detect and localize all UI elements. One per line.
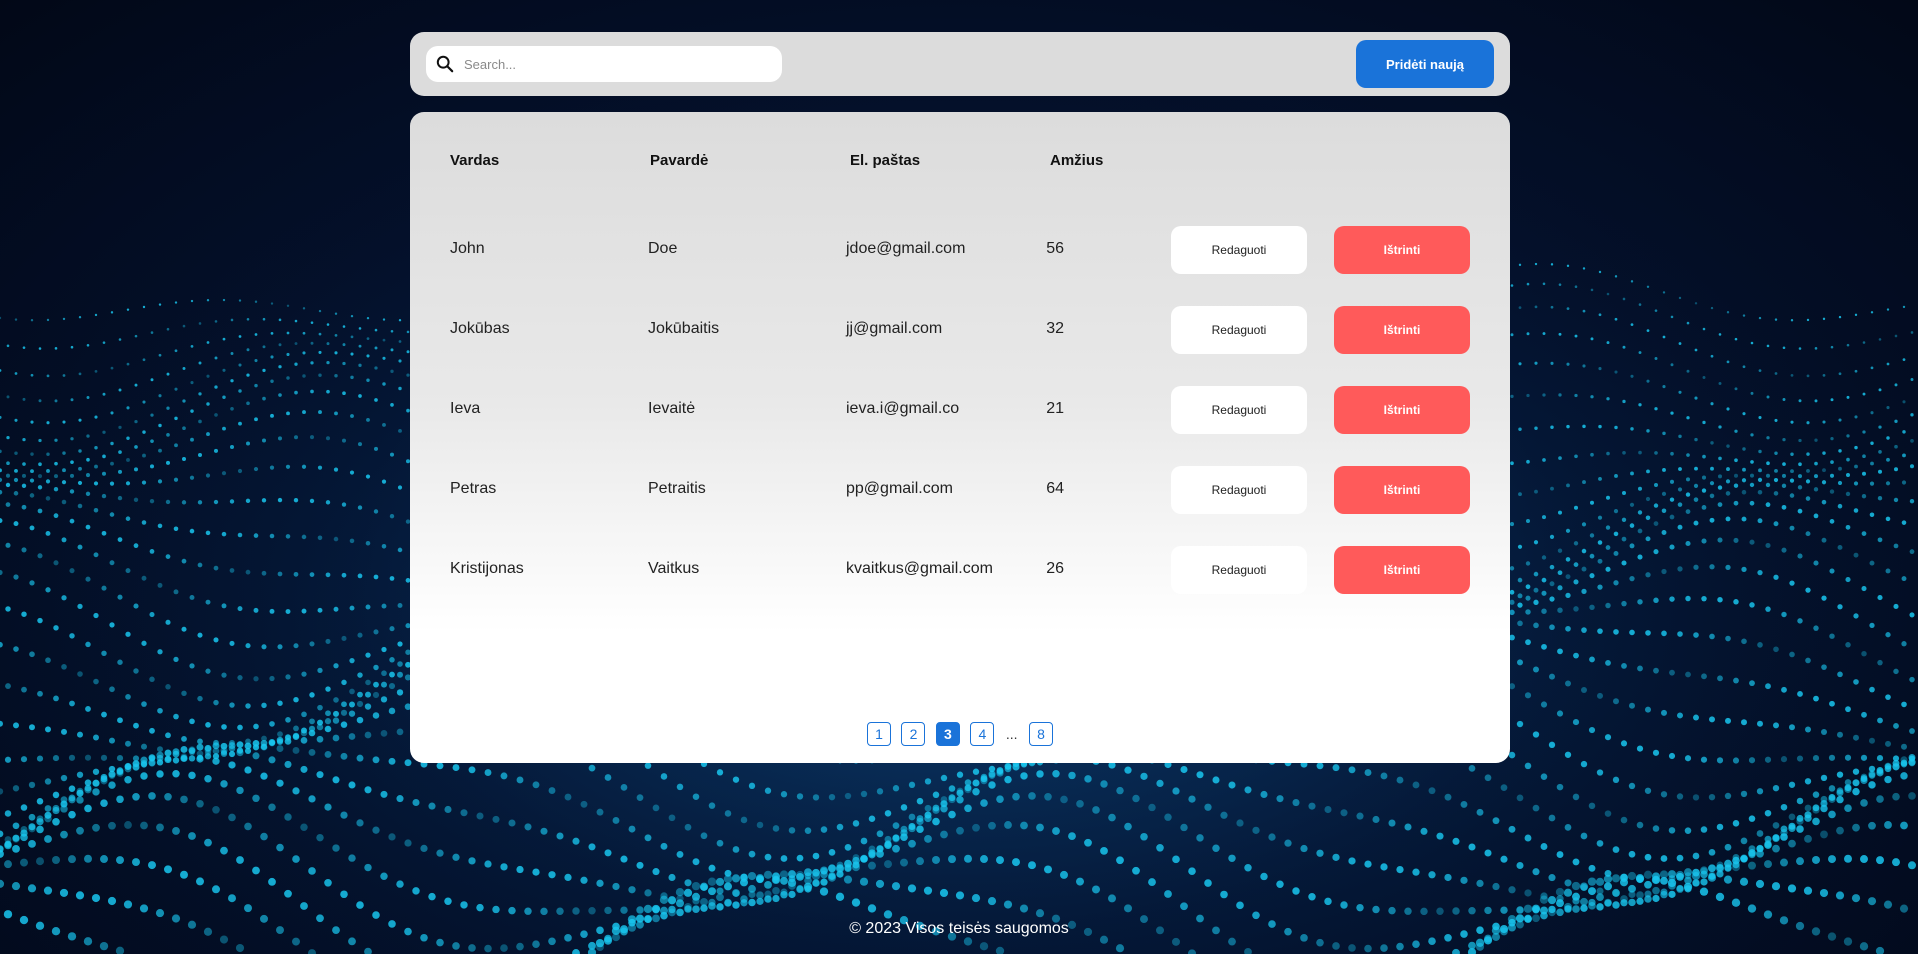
delete-button[interactable]: Ištrinti — [1334, 306, 1470, 354]
last-name-cell: Vaitkus — [648, 560, 700, 577]
email-cell: kvaitkus@gmail.com — [846, 560, 993, 577]
column-header-age: Amžius — [1050, 152, 1104, 169]
first-name-cell: Petras — [450, 480, 497, 497]
page-button-1[interactable]: 1 — [867, 722, 892, 746]
age-cell: 32 — [1046, 320, 1064, 337]
last-name-cell: Jokūbaitis — [648, 320, 720, 337]
first-name-cell: John — [450, 240, 485, 257]
add-new-button[interactable]: Pridėti naują — [1356, 40, 1494, 88]
age-cell: 26 — [1046, 560, 1064, 577]
table-row: Petras Petraitis pp@gmail.com 64 Redaguo… — [410, 466, 1510, 514]
edit-button[interactable]: Redaguoti — [1171, 306, 1307, 354]
footer-copyright: © 2023 Visos teisės saugomos — [849, 920, 1069, 937]
edit-button[interactable]: Redaguoti — [1171, 226, 1307, 274]
first-name-cell: Kristijonas — [450, 560, 524, 577]
page-button-3-active[interactable]: 3 — [935, 722, 960, 746]
email-cell: ieva.i@gmail.co — [846, 400, 960, 417]
page-button-2[interactable]: 2 — [901, 722, 926, 746]
table-row: Jokūbas Jokūbaitis jj@gmail.com 32 Redag… — [410, 306, 1510, 354]
users-table-panel: Vardas Pavardė El. paštas Amžius John Do… — [410, 112, 1510, 763]
age-cell: 21 — [1046, 400, 1064, 417]
pagination-ellipsis: ... — [1005, 726, 1018, 742]
search-input[interactable] — [462, 48, 766, 80]
page-button-last[interactable]: 8 — [1028, 722, 1053, 746]
delete-button[interactable]: Ištrinti — [1334, 546, 1470, 594]
last-name-cell: Doe — [648, 240, 678, 257]
table-row: Kristijonas Vaitkus kvaitkus@gmail.com 2… — [410, 546, 1510, 594]
edit-button[interactable]: Redaguoti — [1171, 386, 1307, 434]
pagination: 1 2 3 4 ... 8 — [410, 722, 1510, 748]
table-header: Vardas Pavardė El. paštas Amžius — [410, 152, 1510, 176]
search-box[interactable] — [426, 46, 782, 82]
first-name-cell: Jokūbas — [450, 320, 510, 337]
first-name-cell: Ieva — [450, 400, 481, 417]
email-cell: jdoe@gmail.com — [846, 240, 966, 257]
last-name-cell: Petraitis — [648, 480, 706, 497]
email-cell: pp@gmail.com — [846, 480, 953, 497]
delete-button[interactable]: Ištrinti — [1334, 466, 1470, 514]
top-toolbar: Pridėti naują — [410, 32, 1510, 96]
email-cell: jj@gmail.com — [846, 320, 943, 337]
page-button-4[interactable]: 4 — [970, 722, 995, 746]
age-cell: 56 — [1046, 240, 1064, 257]
last-name-cell: Ievaitė — [648, 400, 696, 417]
delete-button[interactable]: Ištrinti — [1334, 226, 1470, 274]
column-header-email: El. paštas — [850, 152, 921, 169]
delete-button[interactable]: Ištrinti — [1334, 386, 1470, 434]
edit-button[interactable]: Redaguoti — [1171, 466, 1307, 514]
table-row: Ieva Ievaitė ieva.i@gmail.co 21 Redaguot… — [410, 386, 1510, 434]
column-header-last-name: Pavardė — [650, 152, 709, 169]
table-row: John Doe jdoe@gmail.com 56 Redaguoti Išt… — [410, 226, 1510, 274]
search-icon — [436, 55, 454, 73]
edit-button[interactable]: Redaguoti — [1171, 546, 1307, 594]
age-cell: 64 — [1046, 480, 1064, 497]
column-header-first-name: Vardas — [450, 152, 500, 169]
